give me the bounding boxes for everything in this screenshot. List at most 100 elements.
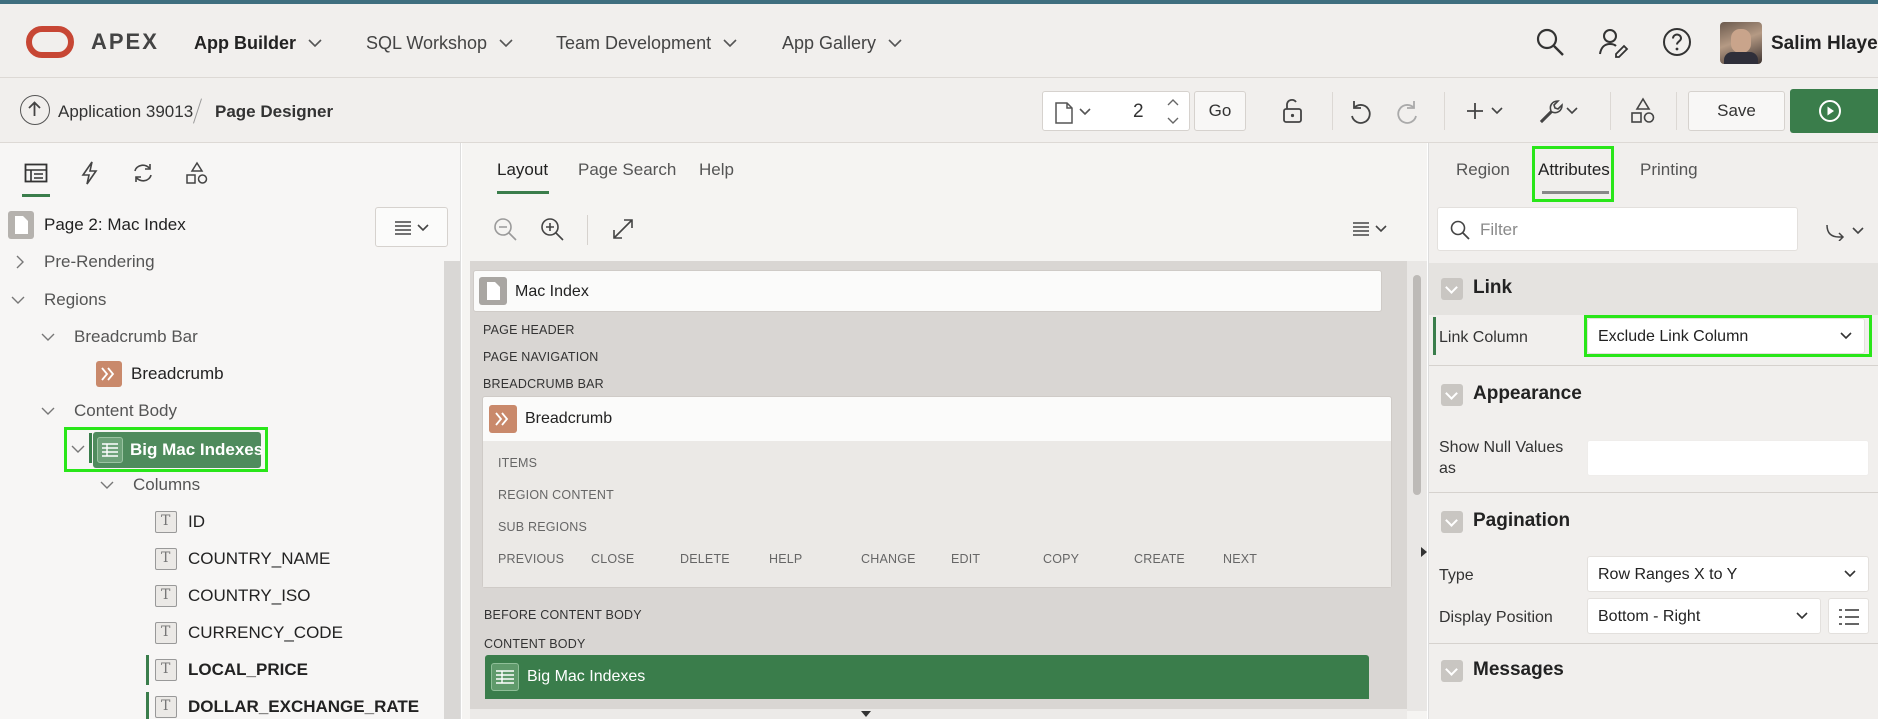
layout-panel: Layout Page Search Help Mac Index PAGE H…: [462, 143, 1427, 719]
show-null-values-input[interactable]: [1587, 440, 1869, 476]
chevron-down-icon[interactable]: [100, 478, 114, 492]
tab-help[interactable]: Help: [699, 160, 734, 180]
section-appearance[interactable]: Appearance: [1429, 369, 1878, 421]
section-title: Link: [1473, 277, 1513, 298]
section-messages[interactable]: Messages: [1429, 645, 1878, 697]
avatar[interactable]: [1720, 22, 1762, 64]
nav-app-gallery[interactable]: App Gallery: [782, 33, 902, 54]
tab-layout[interactable]: Layout: [497, 160, 548, 180]
breadcrumb-region-card[interactable]: Breadcrumb ITEMS REGION CONTENT SUB REGI…: [482, 396, 1392, 588]
stepper-up-icon[interactable]: [1167, 98, 1179, 106]
nav-sql-workshop[interactable]: SQL Workshop: [366, 33, 513, 54]
canvas-bottom-bar: [470, 709, 1407, 719]
page-number-input[interactable]: 2: [1133, 101, 1144, 123]
up-arrow-icon[interactable]: [20, 95, 50, 125]
tree-menu-button[interactable]: [375, 207, 448, 247]
tree-page-title: Page 2: Mac Index: [44, 215, 186, 234]
tree-column-item[interactable]: LOCAL_PRICE: [0, 653, 444, 687]
modified-indicator: [1433, 317, 1436, 355]
expand-bottom-icon[interactable]: [861, 711, 871, 717]
tree-label: DOLLAR_EXCHANGE_RATE: [188, 697, 420, 716]
toolbar-divider: [1610, 92, 1611, 130]
save-button[interactable]: Save: [1688, 91, 1785, 131]
position-content-body: CONTENT BODY: [484, 637, 586, 651]
chevron-down-icon[interactable]: [41, 404, 55, 418]
tree-node-breadcrumb-bar[interactable]: Breadcrumb Bar: [0, 320, 444, 354]
nav-sql-workshop-label: SQL Workshop: [366, 33, 488, 53]
big-mac-indexes-region-card[interactable]: Big Mac Indexes: [485, 655, 1369, 699]
nav-app-builder[interactable]: App Builder: [194, 33, 322, 54]
user-name[interactable]: Salim Hlayel: [1771, 33, 1878, 55]
shared-components-icon[interactable]: [1628, 96, 1658, 126]
tree-scrollbar[interactable]: [444, 261, 460, 719]
page-card[interactable]: Mac Index: [473, 270, 1382, 312]
tree-column-item[interactable]: COUNTRY_ISO: [0, 579, 444, 613]
tab-active-indicator: [497, 191, 549, 194]
list-icon: [1839, 609, 1859, 625]
breadcrumb-application[interactable]: Application 39013: [58, 102, 193, 122]
tree-column-item[interactable]: DOLLAR_EXCHANGE_RATE: [0, 690, 444, 719]
utilities-wrench-icon[interactable]: [1537, 96, 1581, 126]
collapse-toggle-icon[interactable]: [1441, 660, 1463, 682]
chevron-right-icon[interactable]: [13, 255, 27, 269]
zoom-in-icon[interactable]: [539, 216, 565, 242]
section-link[interactable]: Link: [1429, 263, 1878, 315]
tree-label: CURRENCY_CODE: [188, 623, 343, 642]
display-position-select[interactable]: Bottom - Right: [1587, 598, 1821, 634]
go-button[interactable]: Go: [1194, 91, 1246, 131]
pagination-type-select[interactable]: Row Ranges X to Y: [1587, 556, 1869, 592]
tree-column-item[interactable]: ID: [0, 505, 444, 539]
annotation-highlight-link-column-box: [1584, 315, 1872, 357]
tab-shared-components[interactable]: [179, 157, 215, 189]
help-icon[interactable]: [1661, 26, 1693, 58]
tab-rendering[interactable]: [18, 157, 54, 197]
create-menu-icon[interactable]: [1465, 96, 1507, 126]
filter-input[interactable]: Filter: [1437, 207, 1798, 251]
tree-node-breadcrumb[interactable]: Breadcrumb: [0, 357, 444, 391]
tree-node-pre-rendering[interactable]: Pre-Rendering: [0, 245, 444, 279]
chevron-down-icon[interactable]: [41, 330, 55, 344]
apex-brand[interactable]: APEX: [91, 29, 159, 55]
go-to-group-icon[interactable]: [1825, 221, 1867, 241]
redo-icon[interactable]: [1393, 96, 1423, 126]
section-pagination[interactable]: Pagination: [1429, 496, 1878, 548]
tree-node-regions[interactable]: Regions: [0, 283, 444, 317]
nav-app-gallery-label: App Gallery: [782, 33, 877, 53]
unlock-icon[interactable]: [1277, 96, 1307, 126]
collapse-toggle-icon[interactable]: [1441, 278, 1463, 300]
tab-dynamic-actions[interactable]: [72, 157, 108, 189]
tree-page-root[interactable]: Page 2: Mac Index: [8, 211, 186, 239]
tree-column-item[interactable]: CURRENCY_CODE: [0, 616, 444, 650]
collapse-toggle-icon[interactable]: [1441, 511, 1463, 533]
tree-node-content-body[interactable]: Content Body: [0, 394, 444, 428]
scrollbar-thumb[interactable]: [1413, 275, 1421, 495]
display-position-options-button[interactable]: [1828, 598, 1869, 634]
search-icon[interactable]: [1534, 26, 1566, 58]
button-position-copy: COPY: [1043, 552, 1080, 566]
tab-printing[interactable]: Printing: [1640, 160, 1698, 180]
oracle-logo[interactable]: [26, 26, 74, 58]
undo-icon[interactable]: [1345, 96, 1375, 126]
user-settings-icon[interactable]: [1597, 26, 1629, 58]
tree-label: Columns: [133, 475, 201, 494]
nav-team-development[interactable]: Team Development: [556, 33, 737, 54]
chevron-down-icon[interactable]: [11, 293, 25, 307]
chevron-down-icon: [723, 39, 737, 48]
stepper-down-icon[interactable]: [1167, 117, 1179, 125]
text-column-icon: [155, 622, 177, 644]
rendering-icon: [24, 163, 48, 183]
page-selector[interactable]: 2: [1042, 91, 1190, 131]
tab-processing[interactable]: [125, 157, 161, 189]
zoom-out-icon[interactable]: [492, 216, 518, 242]
tab-region[interactable]: Region: [1456, 160, 1510, 180]
tab-page-search[interactable]: Page Search: [578, 160, 676, 180]
tree-node-columns[interactable]: Columns: [0, 468, 444, 502]
tree-column-item[interactable]: COUNTRY_NAME: [0, 542, 444, 576]
run-page-button[interactable]: [1790, 89, 1878, 133]
layout-canvas[interactable]: Mac Index PAGE HEADER PAGE NAVIGATION BR…: [470, 261, 1407, 711]
layout-menu-icon[interactable]: [1350, 216, 1390, 242]
collapse-right-panel-icon[interactable]: [1421, 547, 1427, 557]
expand-icon[interactable]: [610, 216, 636, 242]
collapse-toggle-icon[interactable]: [1441, 384, 1463, 406]
canvas-scrollbar[interactable]: [1407, 261, 1427, 711]
